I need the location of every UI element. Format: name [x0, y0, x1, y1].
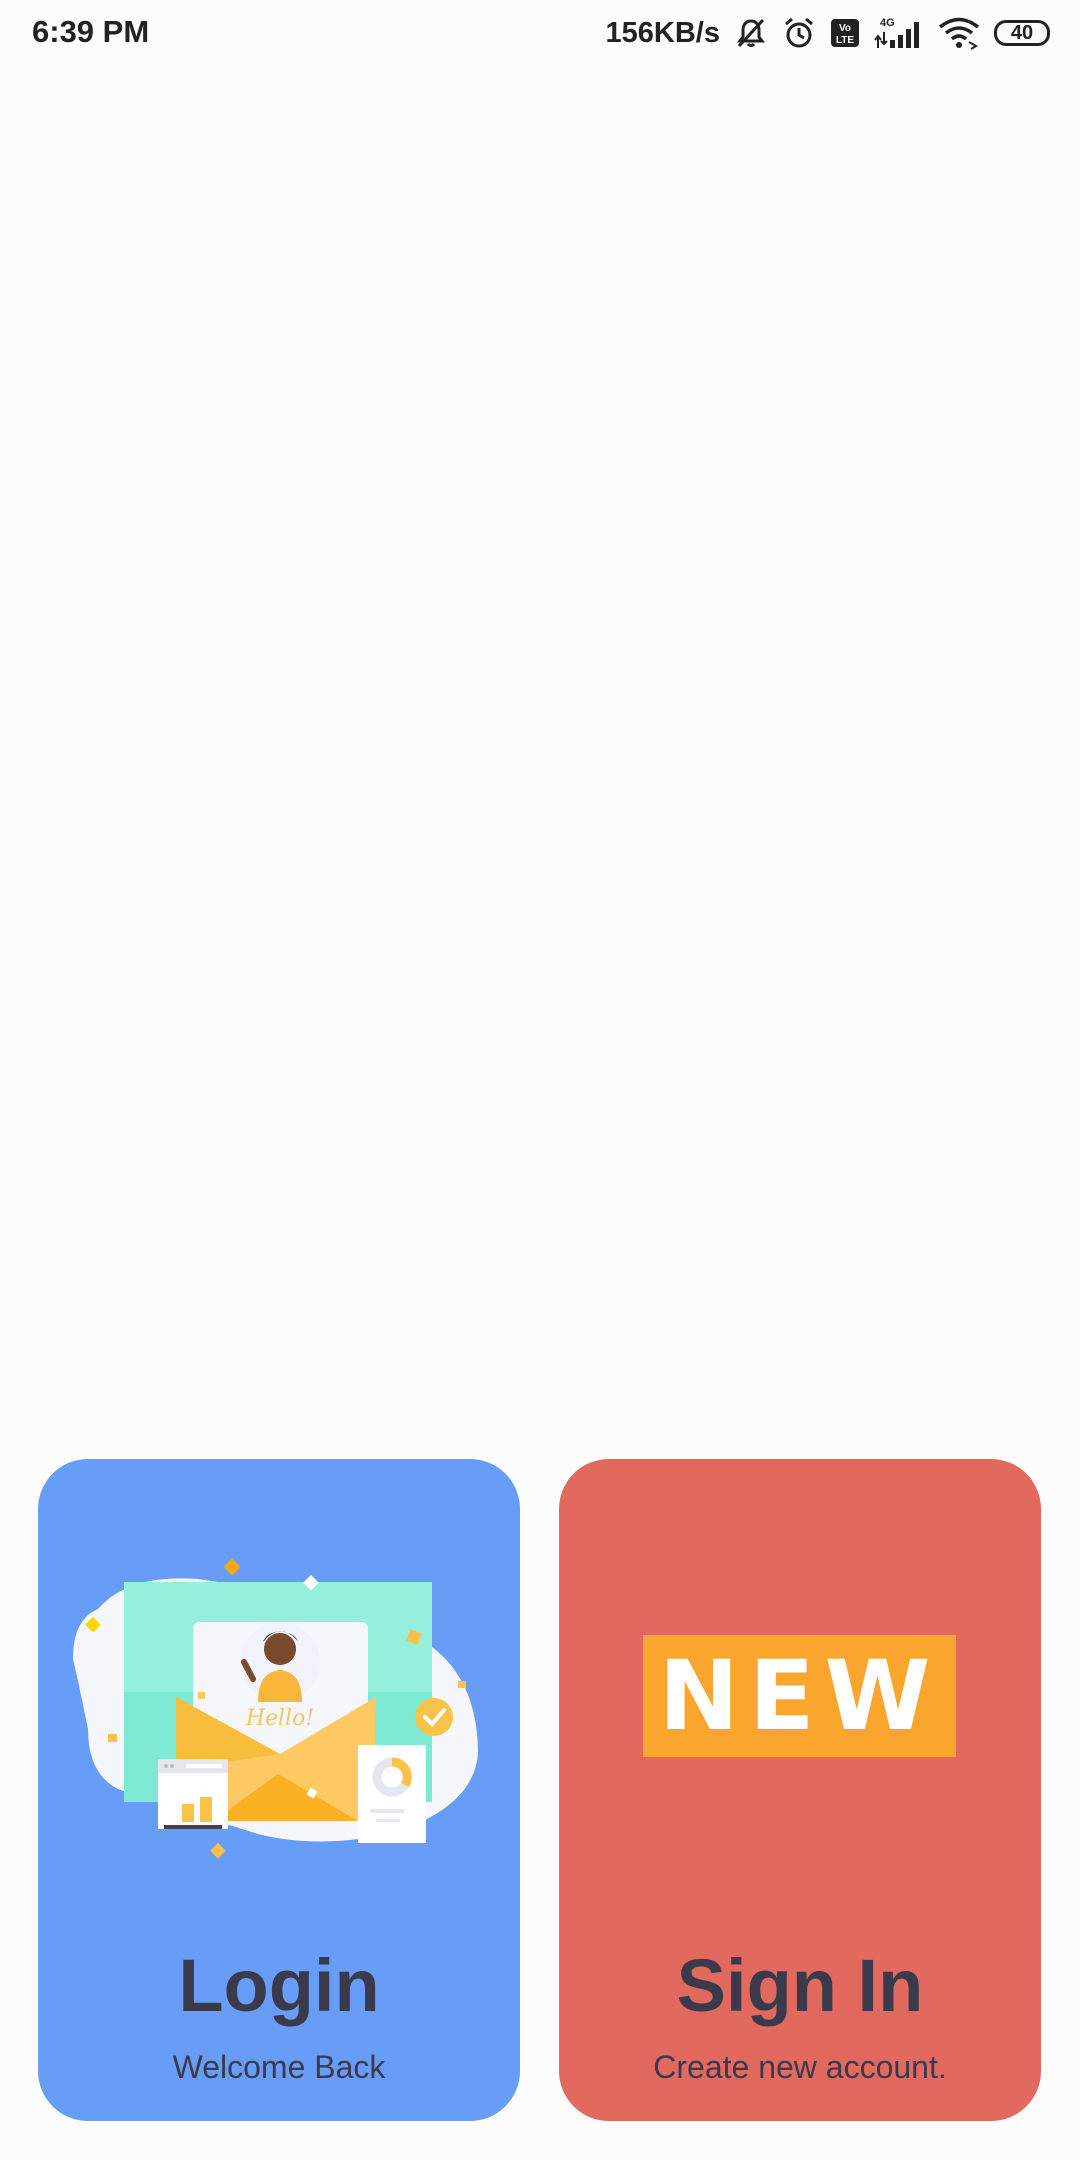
login-card[interactable]: Hello! Login Welcome Back [38, 1459, 520, 2121]
signin-card[interactable]: NEW Sign In Create new account. [559, 1459, 1041, 2121]
network-speed: 156KB/s [605, 16, 720, 49]
battery-icon: 40 [994, 20, 1050, 46]
new-badge: NEW [643, 1635, 956, 1757]
svg-text:Vo: Vo [839, 23, 851, 34]
alarm-icon [782, 16, 816, 50]
hello-text: Hello! [245, 1706, 314, 1731]
status-bar: 6:39 PM 156KB/s Vo LTE 4G 40 [0, 0, 1080, 66]
login-title: Login [178, 1944, 380, 2027]
hello-envelope-illustration: Hello! [73, 1558, 478, 1859]
signin-subtitle: Create new account. [653, 2049, 947, 2085]
status-time: 6:39 PM [32, 14, 150, 49]
volte-icon: Vo LTE [830, 18, 860, 48]
login-subtitle: Welcome Back [172, 2049, 386, 2085]
svg-text:LTE: LTE [836, 35, 854, 46]
signin-title: Sign In [676, 1944, 924, 2027]
status-icons: 156KB/s Vo LTE 4G 40 [606, 12, 1050, 54]
wifi-icon [938, 16, 980, 50]
signal-4g-icon: 4G [874, 16, 924, 50]
svg-text:4G: 4G [880, 17, 895, 29]
mute-icon [734, 16, 768, 50]
